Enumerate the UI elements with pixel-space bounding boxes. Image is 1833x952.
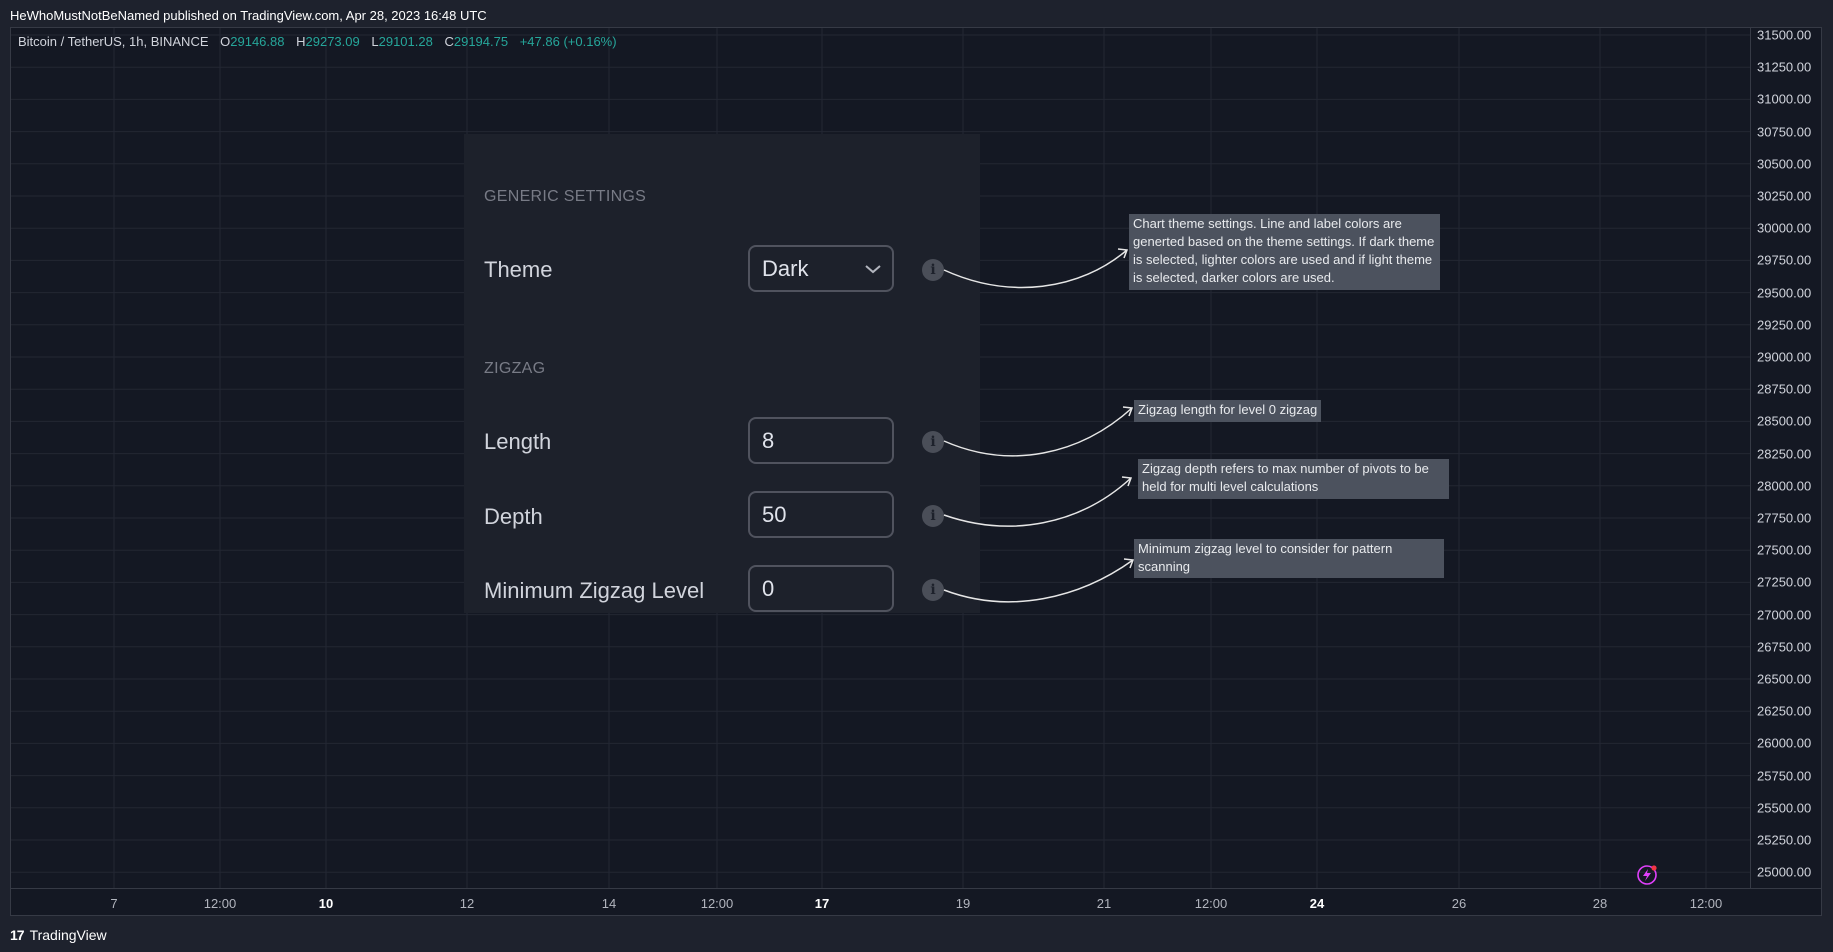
info-icon[interactable]: i	[922, 431, 944, 453]
min-zigzag-level-label: Minimum Zigzag Level	[484, 578, 705, 603]
symbol-name[interactable]: Bitcoin / TetherUS, 1h, BINANCE	[18, 34, 209, 49]
min-zigzag-level-input[interactable]: 0	[748, 565, 894, 612]
theme-select[interactable]: Dark	[748, 245, 894, 292]
change-value: +47.86 (+0.16%)	[519, 34, 617, 49]
info-icon-glyph: i	[930, 508, 936, 524]
length-input[interactable]: 8	[748, 417, 894, 464]
theme-select-value: Dark	[762, 255, 809, 281]
time-axis-label: 17	[814, 896, 830, 911]
tradingview-logo-icon: 17	[10, 927, 25, 943]
min-level-tooltip: Minimum zigzag level to consider for pat…	[1134, 539, 1444, 578]
lightning-icon[interactable]	[1636, 864, 1658, 886]
high-value: 29273.09	[305, 34, 360, 49]
price-axis-label: 28250.00	[1757, 446, 1812, 462]
price-axis-label: 31250.00	[1757, 59, 1812, 75]
depth-input-value: 50	[762, 501, 787, 527]
open-value: 29146.88	[230, 34, 285, 49]
price-axis-label: 25500.00	[1757, 800, 1812, 816]
time-axis-label: 12:00	[1689, 896, 1723, 911]
time-axis-label: 26	[1451, 896, 1467, 911]
price-axis-label: 29250.00	[1757, 317, 1812, 333]
price-axis-label: 28750.00	[1757, 381, 1812, 397]
length-input-value: 8	[762, 427, 775, 453]
time-axis-label: 24	[1309, 896, 1325, 911]
time-axis-label: 12:00	[700, 896, 734, 911]
price-axis-label: 30000.00	[1757, 220, 1812, 236]
price-axis-label: 27500.00	[1757, 542, 1812, 558]
close-value: 29194.75	[453, 34, 509, 49]
time-axis-label: 19	[955, 896, 971, 911]
low-value: 29101.28	[378, 34, 433, 49]
depth-input[interactable]: 50	[748, 491, 894, 538]
time-axis-label: 28	[1592, 896, 1608, 911]
depth-label: Depth	[484, 504, 543, 529]
min-zigzag-level-input-value: 0	[762, 575, 775, 601]
high-key: H	[296, 34, 306, 49]
info-icon-glyph: i	[930, 434, 936, 450]
price-axis-label: 27750.00	[1757, 510, 1812, 526]
price-axis-label: 29500.00	[1757, 285, 1812, 301]
low-key: L	[371, 34, 379, 49]
price-axis-label: 26500.00	[1757, 671, 1812, 687]
price-axis[interactable]: 31500.00 31250.00 31000.00 30750.00 30500.00…	[1750, 27, 1821, 888]
price-axis-label: 31000.00	[1757, 91, 1812, 107]
info-icon-glyph: i	[930, 262, 936, 278]
theme-label: Theme	[484, 257, 553, 282]
close-key: C	[444, 34, 454, 49]
symbol-legend: Bitcoin / TetherUS, 1h, BINANCE O29146.8…	[18, 34, 617, 49]
price-axis-label: 29750.00	[1757, 252, 1812, 268]
info-icon[interactable]: i	[922, 259, 944, 281]
settings-panel: GENERIC SETTINGS Theme Dark i ZIGZAG Len…	[464, 134, 980, 613]
generic-settings-title: GENERIC SETTINGS	[484, 188, 647, 205]
price-axis-label: 26250.00	[1757, 703, 1812, 719]
price-axis-label: 30500.00	[1757, 156, 1812, 172]
length-label: Length	[484, 429, 552, 454]
length-tooltip: Zigzag length for level 0 zigzag	[1134, 400, 1322, 422]
price-axis-label: 25000.00	[1757, 864, 1812, 880]
theme-tooltip: Chart theme settings. Line and label col…	[1129, 214, 1440, 290]
publish-header: HeWhoMustNotBeNamed published on Trading…	[10, 8, 487, 23]
time-axis-label: 10	[318, 896, 334, 911]
price-axis-label: 29000.00	[1757, 349, 1812, 365]
time-axis-label: 14	[601, 896, 617, 911]
price-axis-label: 26750.00	[1757, 639, 1812, 655]
price-axis-label: 27250.00	[1757, 574, 1812, 590]
depth-tooltip: Zigzag depth refers to max number of piv…	[1138, 459, 1449, 499]
open-key: O	[220, 34, 231, 49]
time-axis-label: 12:00	[1194, 896, 1228, 911]
time-axis-label: 7	[110, 896, 118, 911]
price-axis-label: 28000.00	[1757, 478, 1812, 494]
zigzag-title: ZIGZAG	[484, 360, 546, 377]
price-axis-label: 27000.00	[1757, 607, 1812, 623]
price-axis-label: 26000.00	[1757, 735, 1812, 751]
time-axis-label: 12:00	[203, 896, 237, 911]
price-axis-label: 25250.00	[1757, 832, 1812, 848]
price-axis-label: 31500.00	[1757, 27, 1812, 43]
time-axis-label: 21	[1096, 896, 1112, 911]
info-icon-glyph: i	[930, 582, 936, 598]
price-axis-label: 28500.00	[1757, 413, 1812, 429]
tradingview-logo-text: TradingView	[29, 927, 107, 943]
chevron-down-icon	[865, 264, 881, 273]
price-axis-label: 30750.00	[1757, 124, 1812, 140]
info-icon[interactable]: i	[922, 579, 944, 601]
time-axis[interactable]: 7 12:00 10 12 14 12:00 17 19 21 12:00 24 26 28 12:00	[11, 888, 1821, 915]
info-icon[interactable]: i	[922, 505, 944, 527]
price-axis-label: 25750.00	[1757, 768, 1812, 784]
time-axis-label: 12	[459, 896, 475, 911]
price-axis-label: 30250.00	[1757, 188, 1812, 204]
tradingview-footer[interactable]: 17 TradingView	[10, 927, 107, 943]
